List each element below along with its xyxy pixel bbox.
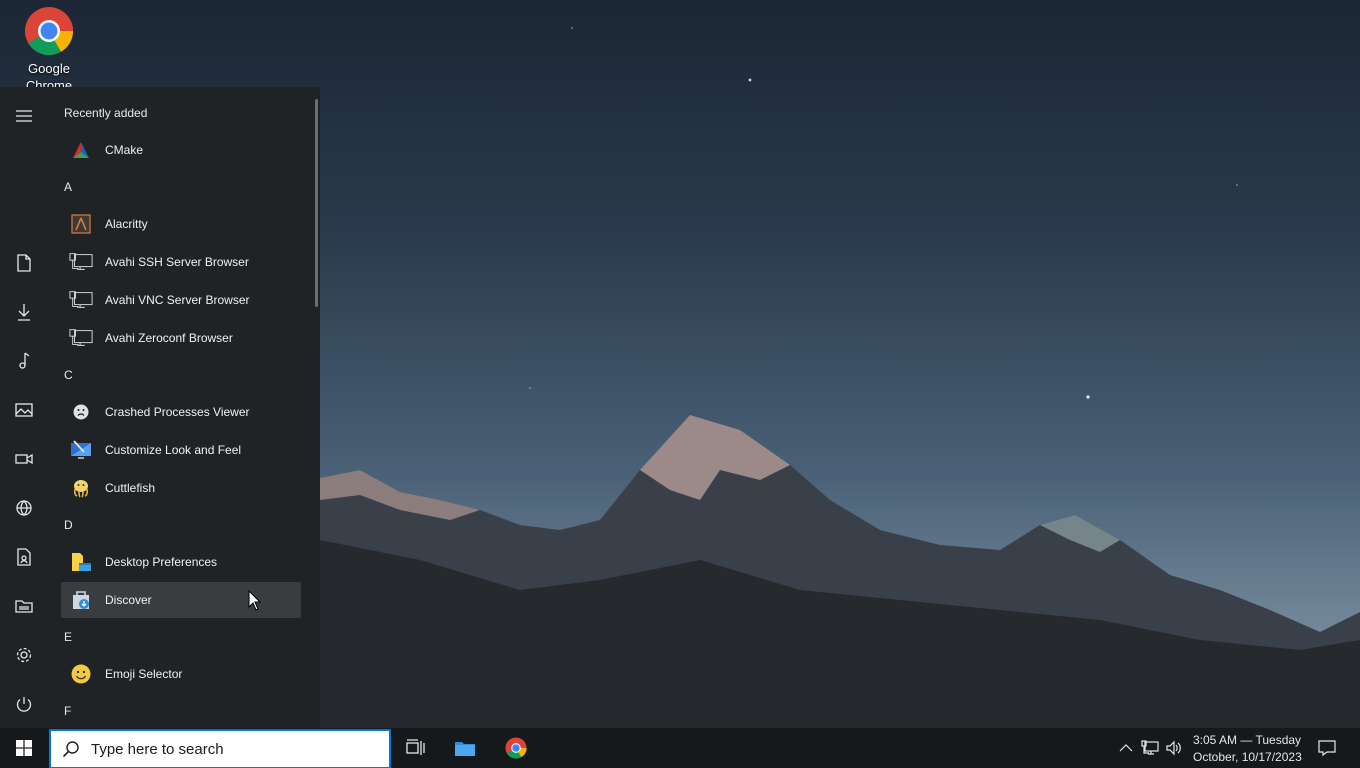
chevron-up-icon[interactable] — [1116, 738, 1136, 758]
volume-icon[interactable] — [1164, 738, 1184, 758]
start-button[interactable] — [0, 728, 48, 768]
action-center-button[interactable] — [1314, 736, 1340, 760]
sad-face-icon — [69, 400, 93, 424]
search-icon — [59, 737, 83, 761]
app-item-discover[interactable]: Discover — [61, 582, 301, 618]
app-label: Avahi SSH Server Browser — [105, 255, 249, 269]
network-computers-icon — [69, 326, 93, 350]
app-item-avahi-zeroconf[interactable]: Avahi Zeroconf Browser — [61, 320, 301, 356]
clock-time: 3:05 AM — Tuesday — [1193, 733, 1302, 747]
section-header-d[interactable]: D — [64, 518, 73, 532]
app-label: Emoji Selector — [105, 667, 183, 681]
desktop-icon-google-chrome[interactable]: Google Chrome — [8, 6, 90, 94]
file-explorer-icon[interactable] — [12, 594, 36, 618]
cmake-icon — [69, 138, 93, 162]
app-label: Desktop Preferences — [105, 555, 218, 569]
network-status-icon[interactable] — [1140, 738, 1160, 758]
pictures-icon[interactable] — [12, 398, 36, 422]
mouse-cursor-icon — [248, 589, 262, 617]
settings-icon[interactable] — [12, 643, 36, 667]
taskbar-search-box[interactable] — [49, 729, 391, 768]
app-label: Discover — [105, 593, 152, 607]
start-menu: Recently added CMake A Alacritty Avahi S… — [0, 87, 320, 728]
hamburger-menu-icon[interactable] — [12, 104, 36, 128]
app-item-desktop-preferences[interactable]: Desktop Preferences — [61, 544, 301, 580]
app-item-cuttlefish[interactable]: Cuttlefish — [61, 470, 301, 506]
file-explorer-taskbar-button[interactable] — [441, 728, 489, 768]
start-menu-app-list: Recently added CMake A Alacritty Avahi S… — [48, 87, 316, 728]
app-label: Avahi VNC Server Browser — [105, 293, 250, 307]
start-menu-rail — [0, 87, 48, 728]
app-label: Crashed Processes Viewer — [105, 405, 250, 419]
app-label: CMake — [105, 143, 144, 157]
section-header-f[interactable]: F — [64, 704, 71, 718]
personal-folder-icon[interactable] — [12, 545, 36, 569]
task-view-button[interactable] — [392, 728, 440, 768]
downloads-icon[interactable] — [12, 300, 36, 324]
desktop-preferences-icon — [69, 550, 93, 574]
app-item-avahi-vnc[interactable]: Avahi VNC Server Browser — [61, 282, 301, 318]
notification-icon — [1318, 740, 1336, 756]
app-list-scrollbar[interactable] — [315, 99, 318, 307]
app-item-crashed-processes-viewer[interactable]: Crashed Processes Viewer — [61, 394, 301, 430]
cuttlefish-icon — [69, 476, 93, 500]
app-label: Customize Look and Feel — [105, 443, 242, 457]
chrome-icon — [25, 7, 74, 56]
file-explorer-icon — [455, 742, 475, 756]
app-label: Avahi Zeroconf Browser — [105, 331, 233, 345]
customize-appearance-icon — [69, 438, 93, 462]
chrome-icon — [505, 737, 527, 759]
music-icon[interactable] — [12, 349, 36, 373]
network-computers-icon — [69, 250, 93, 274]
emoji-icon — [69, 662, 93, 686]
system-clock[interactable]: 3:05 AM — Tuesday October, 10/17/2023 — [1193, 732, 1303, 766]
app-item-emoji-selector[interactable]: Emoji Selector — [61, 656, 301, 692]
network-computers-icon — [69, 288, 93, 312]
section-header-recently-added[interactable]: Recently added — [64, 106, 147, 120]
network-icon[interactable] — [12, 496, 36, 520]
task-view-icon — [406, 739, 425, 755]
documents-icon[interactable] — [12, 251, 36, 275]
app-item-customize-look-and-feel[interactable]: Customize Look and Feel — [61, 432, 301, 468]
search-input[interactable] — [89, 739, 373, 759]
section-header-e[interactable]: E — [64, 630, 72, 644]
app-item-avahi-ssh[interactable]: Avahi SSH Server Browser — [61, 244, 301, 280]
alacritty-icon — [69, 212, 93, 236]
taskbar: 3:05 AM — Tuesday October, 10/17/2023 — [0, 728, 1360, 768]
clock-date: October, 10/17/2023 — [1193, 750, 1302, 764]
discover-store-icon — [69, 588, 93, 612]
chrome-taskbar-button[interactable] — [492, 728, 540, 768]
app-item-cmake[interactable]: CMake — [61, 132, 301, 168]
videos-icon[interactable] — [12, 447, 36, 471]
app-label: Alacritty — [105, 217, 148, 231]
section-header-c[interactable]: C — [64, 368, 73, 382]
power-icon[interactable] — [12, 692, 36, 716]
section-header-a[interactable]: A — [64, 180, 72, 194]
windows-logo-icon — [16, 740, 32, 756]
app-label: Cuttlefish — [105, 481, 156, 495]
app-item-alacritty[interactable]: Alacritty — [61, 206, 301, 242]
